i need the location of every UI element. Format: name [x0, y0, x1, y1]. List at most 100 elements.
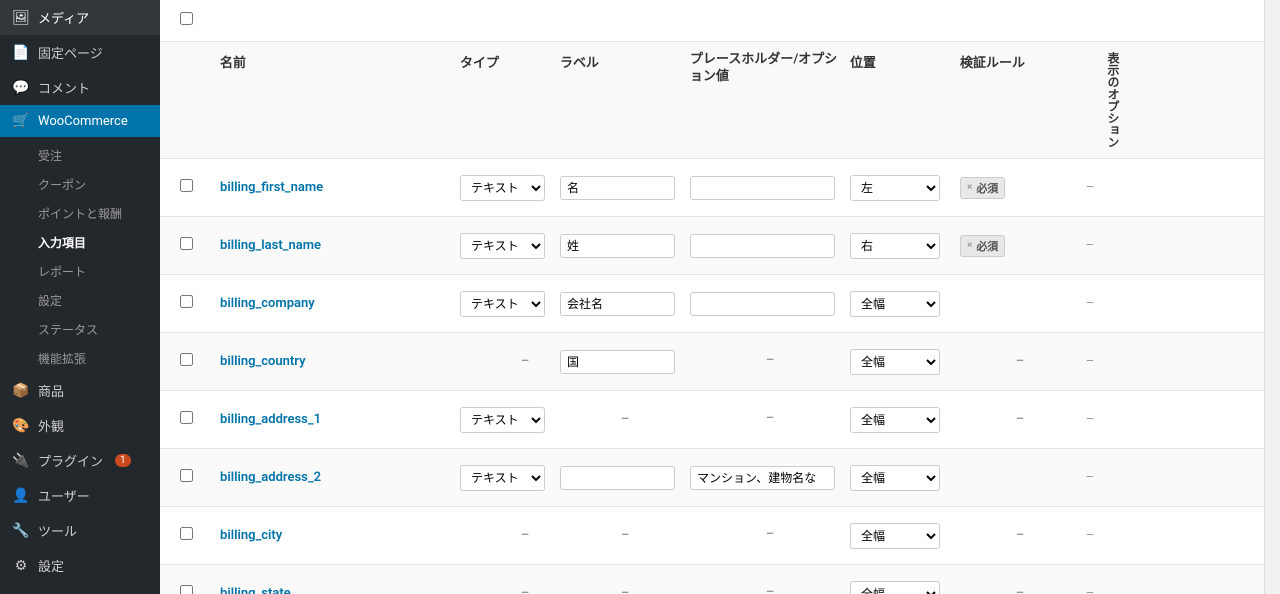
row-checkbox-billing-company[interactable] — [180, 295, 193, 308]
label-input-billing-company[interactable] — [560, 292, 675, 316]
sidebar-label-woocommerce: WooCommerce — [38, 114, 128, 129]
label-input-billing-first-name[interactable] — [560, 176, 675, 200]
position-select-billing-address-1[interactable]: 全幅 — [850, 407, 940, 433]
validation-dash-billing-country: – — [960, 354, 1080, 369]
validation-dash-billing-city: – — [960, 528, 1080, 543]
sidebar-item-coupons[interactable]: クーポン — [0, 170, 160, 199]
position-select-billing-city[interactable]: 全幅 — [850, 523, 940, 549]
placeholder-input-billing-last-name[interactable] — [690, 234, 835, 258]
main-content: 名前 タイプ ラベル プレースホルダー/オプション値 位置 検証ルール 表示のオ… — [160, 0, 1264, 594]
sidebar-label-comments: コメント — [38, 78, 90, 97]
row-checkbox-billing-state[interactable] — [180, 585, 193, 594]
row-checkbox-billing-country[interactable] — [180, 353, 193, 366]
position-select-billing-state[interactable]: 全幅 — [850, 581, 940, 594]
type-select-billing-address-2[interactable]: テキスト — [460, 465, 545, 491]
field-name-billing-company[interactable]: billing_company — [220, 296, 315, 311]
sidebar-item-appearance[interactable]: 🎨 外観 — [0, 408, 160, 443]
row-checkbox-billing-last-name[interactable] — [180, 237, 193, 250]
plugins-badge: 1 — [115, 454, 131, 467]
row-options-billing-address-1: – — [1080, 412, 1100, 427]
required-label-last: 必須 — [976, 238, 998, 254]
required-label: 必須 — [976, 180, 998, 196]
table-row: billing_company テキスト 左 右 全幅 – — [160, 275, 1264, 333]
label-dash-billing-state: – — [560, 586, 690, 594]
sidebar-item-checkout-fields[interactable]: 入力項目 — [0, 228, 160, 257]
sidebar-item-plugins[interactable]: 🔌 プラグイン 1 — [0, 443, 160, 478]
col-header-position: 位置 — [850, 52, 960, 71]
col-header-label: ラベル — [560, 52, 690, 71]
woocommerce-icon: 🛒 — [12, 113, 30, 129]
remove-required-icon-last[interactable]: × — [967, 240, 972, 251]
placeholder-dash-billing-state: – — [690, 585, 850, 594]
row-options-billing-address-2: – — [1080, 470, 1100, 485]
table-row: billing_address_2 テキスト 全幅 – — [160, 449, 1264, 507]
sidebar-item-extensions[interactable]: 機能拡張 — [0, 344, 160, 373]
table-row: billing_address_1 テキスト – – 全幅 – – — [160, 391, 1264, 449]
position-select-billing-company[interactable]: 左 右 全幅 — [850, 291, 940, 317]
label-dash-billing-address-1: – — [560, 412, 690, 427]
sidebar-item-settings[interactable]: 設定 — [0, 286, 160, 315]
field-name-billing-address-2[interactable]: billing_address_2 — [220, 470, 321, 485]
select-all-checkbox[interactable] — [180, 12, 193, 25]
sidebar-label-plugins: プラグイン — [38, 451, 103, 470]
sidebar: 🖼 メディア 📄 固定ページ 💬 コメント 🛒 WooCommerce 受注 ク… — [0, 0, 160, 594]
validation-dash-billing-state: – — [960, 586, 1080, 594]
type-select-billing-first-name[interactable]: テキスト テキストエリア セレクト — [460, 175, 545, 201]
pages-icon: 📄 — [12, 45, 30, 61]
sidebar-label-products: 商品 — [38, 381, 64, 400]
sidebar-item-comments[interactable]: 💬 コメント — [0, 70, 160, 105]
placeholder-input-billing-address-2[interactable] — [690, 466, 835, 490]
col-header-type: タイプ — [460, 52, 560, 71]
sidebar-item-media[interactable]: 🖼 メディア — [0, 0, 160, 35]
placeholder-input-billing-company[interactable] — [690, 292, 835, 316]
placeholder-input-billing-first-name[interactable] — [690, 176, 835, 200]
position-select-billing-address-2[interactable]: 全幅 — [850, 465, 940, 491]
col-header-validation: 検証ルール — [960, 52, 1080, 71]
products-icon: 📦 — [12, 383, 30, 399]
position-select-billing-country[interactable]: 全幅 — [850, 349, 940, 375]
field-name-billing-first-name[interactable]: billing_first_name — [220, 180, 323, 195]
label-input-billing-address-2[interactable] — [560, 466, 675, 490]
row-checkbox-billing-address-2[interactable] — [180, 469, 193, 482]
field-name-billing-city[interactable]: billing_city — [220, 528, 282, 543]
sidebar-item-close-menu[interactable]: ◀ メニューを閉じる — [0, 583, 160, 594]
row-options-billing-company: – — [1080, 296, 1100, 311]
sidebar-item-pages[interactable]: 📄 固定ページ — [0, 35, 160, 70]
position-select-billing-last-name[interactable]: 左 右 全幅 — [850, 233, 940, 259]
validation-dash-billing-address-1: – — [960, 412, 1080, 427]
row-checkbox-billing-first-name[interactable] — [180, 179, 193, 192]
label-input-billing-last-name[interactable] — [560, 234, 675, 258]
sidebar-item-reports[interactable]: レポート — [0, 257, 160, 286]
sidebar-item-status[interactable]: ステータス — [0, 315, 160, 344]
field-name-billing-state[interactable]: billing_state — [220, 586, 291, 594]
remove-required-icon[interactable]: × — [967, 182, 972, 193]
sidebar-item-orders[interactable]: 受注 — [0, 141, 160, 170]
table-row: billing_state – – – 全幅 – – — [160, 565, 1264, 594]
sidebar-item-settings2[interactable]: ⚙ 設定 — [0, 548, 160, 583]
type-dash-billing-city: – — [460, 528, 560, 543]
sidebar-item-users[interactable]: 👤 ユーザー — [0, 478, 160, 513]
scrollbar[interactable] — [1264, 0, 1280, 594]
type-select-billing-last-name[interactable]: テキスト — [460, 233, 545, 259]
settings-icon: ⚙ — [12, 558, 30, 574]
type-select-billing-company[interactable]: テキスト — [460, 291, 545, 317]
tools-icon: 🔧 — [12, 523, 30, 539]
appearance-icon: 🎨 — [12, 418, 30, 434]
field-name-billing-address-1[interactable]: billing_address_1 — [220, 412, 321, 427]
sidebar-item-products[interactable]: 📦 商品 — [0, 373, 160, 408]
position-select-billing-first-name[interactable]: 左 右 全幅 — [850, 175, 940, 201]
col-header-placeholder: プレースホルダー/オプション値 — [690, 52, 850, 86]
row-checkbox-billing-address-1[interactable] — [180, 411, 193, 424]
row-options-billing-state: – — [1080, 586, 1100, 594]
sidebar-item-tools[interactable]: 🔧 ツール — [0, 513, 160, 548]
comments-icon: 💬 — [12, 80, 30, 96]
row-options-billing-country: – — [1080, 354, 1100, 369]
sidebar-item-woocommerce[interactable]: 🛒 WooCommerce — [0, 105, 160, 137]
field-name-billing-country[interactable]: billing_country — [220, 354, 306, 369]
type-dash-billing-country: – — [460, 354, 560, 369]
row-checkbox-billing-city[interactable] — [180, 527, 193, 540]
type-select-billing-address-1[interactable]: テキスト — [460, 407, 545, 433]
label-input-billing-country[interactable] — [560, 350, 675, 374]
field-name-billing-last-name[interactable]: billing_last_name — [220, 238, 321, 253]
sidebar-item-points[interactable]: ポイントと報酬 — [0, 199, 160, 228]
